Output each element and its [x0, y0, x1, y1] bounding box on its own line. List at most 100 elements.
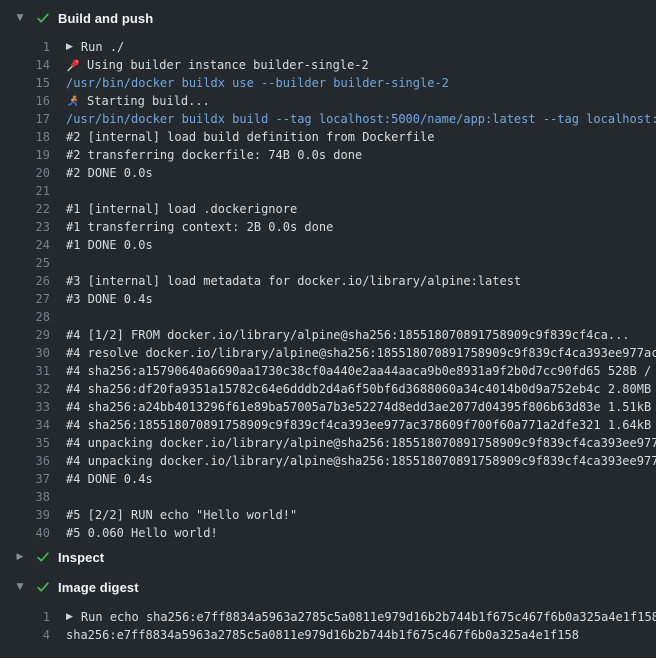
expand-group-icon[interactable]: ▶ — [66, 608, 73, 626]
log-text: #4 unpacking docker.io/library/alpine@sh… — [66, 434, 656, 452]
log-line: 15/usr/bin/docker buildx use --builder b… — [0, 74, 656, 92]
log-text: #5 0.060 Hello world! — [66, 524, 656, 542]
line-number[interactable]: 36 — [0, 452, 50, 470]
log-text: sha256:e7ff8834a5963a2785c5a0811e979d16b… — [66, 626, 656, 644]
log-text: ▶Run ./ — [66, 38, 656, 56]
log-text-content: #1 DONE 0.0s — [66, 236, 153, 254]
chevron-down-icon[interactable]: ▼ — [14, 572, 26, 602]
log-line: 29 #4 [1/2] FROM docker.io/library/alpine… — [0, 326, 656, 344]
line-number[interactable]: 27 — [0, 290, 50, 308]
line-number[interactable]: 20 — [0, 164, 50, 182]
chevron-right-icon[interactable]: ▶ — [14, 542, 26, 572]
log-text-content: #4 sha256:a24bb4013296f61e89ba57005a7b3e… — [66, 398, 656, 416]
log-line: 28 — [0, 308, 656, 326]
log-text-content: #4 unpacking docker.io/library/alpine@sh… — [66, 452, 656, 470]
expand-group-icon[interactable]: ▶ — [66, 38, 73, 56]
line-number[interactable]: 18 — [0, 128, 50, 146]
pushpin-emoji — [66, 58, 80, 72]
log-text-content: #2 transferring dockerfile: 74B 0.0s don… — [66, 146, 362, 164]
line-number[interactable]: 24 — [0, 236, 50, 254]
line-number[interactable]: 35 — [0, 434, 50, 452]
log-text: #2 DONE 0.0s — [66, 164, 656, 182]
line-number[interactable]: 1 — [0, 38, 50, 56]
line-number[interactable]: 39 — [0, 506, 50, 524]
log-text: #4 sha256:a24bb4013296f61e89ba57005a7b3e… — [66, 398, 656, 416]
log-text-content: #2 DONE 0.0s — [66, 164, 153, 182]
log-line: 1 ▶Run ./ — [0, 38, 656, 56]
log-text-content: #4 [1/2] FROM docker.io/library/alpine@s… — [66, 326, 630, 344]
line-number[interactable]: 32 — [0, 380, 50, 398]
success-check-icon — [36, 11, 50, 25]
log-text-content: #3 DONE 0.4s — [66, 290, 153, 308]
line-number[interactable]: 23 — [0, 218, 50, 236]
log-text-content: #4 resolve docker.io/library/alpine@sha2… — [66, 344, 656, 362]
log-text-content: sha256:e7ff8834a5963a2785c5a0811e979d16b… — [66, 626, 579, 644]
log-text: #4 sha256:185518070891758909c9f839cf4ca3… — [66, 416, 656, 434]
line-number[interactable]: 4 — [0, 626, 50, 644]
line-number[interactable]: 19 — [0, 146, 50, 164]
log-line: 26 #3 [internal] load metadata for docker… — [0, 272, 656, 290]
line-number[interactable]: 26 — [0, 272, 50, 290]
line-number[interactable]: 17 — [0, 110, 50, 128]
section-header[interactable]: ▼Image digest — [0, 572, 656, 602]
line-number[interactable]: 15 — [0, 74, 50, 92]
success-check-icon — [36, 550, 50, 564]
section-lines: 1 ▶ Run echo sha256:e7ff8834a5963a2785c5a0… — [0, 602, 656, 644]
line-number[interactable]: 22 — [0, 200, 50, 218]
log-text: #5 [2/2] RUN echo "Hello world!" — [66, 506, 656, 524]
log-line: 23#1 transferring context: 2B 0.0s done — [0, 218, 656, 236]
line-number[interactable]: 21 — [0, 182, 50, 200]
log-line: 38 — [0, 488, 656, 506]
log-line: 14 Using builder instance builder-single-… — [0, 56, 656, 74]
line-number[interactable]: 31 — [0, 362, 50, 380]
command-line: /usr/bin/docker buildx build --tag local… — [66, 110, 656, 128]
log-text-content: #4 sha256:a15790640a6690aa1730c38cf0a440… — [66, 362, 656, 380]
log-text-content: /usr/bin/docker buildx use --builder bui… — [66, 74, 449, 92]
log-line: 4 sha256:e7ff8834a5963a2785c5a0811e979d16… — [0, 626, 656, 644]
line-number[interactable]: 16 — [0, 92, 50, 110]
runner-emoji — [66, 94, 80, 108]
log-line: 16 Starting build... — [0, 92, 656, 110]
line-number[interactable]: 40 — [0, 524, 50, 542]
line-number[interactable]: 33 — [0, 398, 50, 416]
log-text: #2 transferring dockerfile: 74B 0.0s don… — [66, 146, 656, 164]
log-line: 21 — [0, 182, 656, 200]
line-number[interactable]: 30 — [0, 344, 50, 362]
line-number[interactable]: 29 — [0, 326, 50, 344]
log-text-content: #2 [internal] load build definition from… — [66, 128, 434, 146]
log-text: ▶ Run echo sha256:e7ff8834a5963a2785c5a08… — [66, 608, 656, 626]
log-line: 35 #4 unpacking docker.io/library/alpine@… — [0, 434, 656, 452]
log-line: 30 #4 resolve docker.io/library/alpine@sh… — [0, 344, 656, 362]
log-line: 25 — [0, 254, 656, 272]
log-line: 20 #2 DONE 0.0s — [0, 164, 656, 182]
log-text: #3 DONE 0.4s — [66, 290, 656, 308]
log-line: 27 #3 DONE 0.4s — [0, 290, 656, 308]
line-number[interactable]: 38 — [0, 488, 50, 506]
line-number[interactable]: 37 — [0, 470, 50, 488]
section-header[interactable]: ▼Build and push — [0, 3, 656, 33]
chevron-down-icon[interactable]: ▼ — [14, 3, 26, 33]
log-text-content: Using builder instance builder-single-2 — [87, 56, 369, 74]
log-line: 40 #5 0.060 Hello world! — [0, 524, 656, 542]
log-line: 24 #1 DONE 0.0s — [0, 236, 656, 254]
line-number[interactable]: 14 — [0, 56, 50, 74]
log-line: 39 #5 [2/2] RUN echo "Hello world!" — [0, 506, 656, 524]
log-section-build-and-push: ▼Build and push 1 ▶Run ./ 14 Using builder i… — [0, 3, 656, 542]
log-line: 37 #4 DONE 0.4s — [0, 470, 656, 488]
log-text: Starting build... — [66, 92, 656, 110]
line-number[interactable]: 25 — [0, 254, 50, 272]
line-number[interactable]: 28 — [0, 308, 50, 326]
log-text-content: #4 DONE 0.4s — [66, 470, 153, 488]
log-text-content: /usr/bin/docker buildx build --tag local… — [66, 110, 656, 128]
log-text: #3 [internal] load metadata for docker.i… — [66, 272, 656, 290]
section-header[interactable]: ▶Inspect — [0, 542, 656, 572]
line-number[interactable]: 1 — [0, 608, 50, 626]
log-text-content: #5 [2/2] RUN echo "Hello world!" — [66, 506, 297, 524]
line-number[interactable]: 34 — [0, 416, 50, 434]
log-line: 18 #2 [internal] load build definition fr… — [0, 128, 656, 146]
log-text-content: Run echo sha256:e7ff8834a5963a2785c5a081… — [81, 608, 656, 626]
log-line: 19 #2 transferring dockerfile: 74B 0.0s d… — [0, 146, 656, 164]
log-line: 17/usr/bin/docker buildx build --tag loc… — [0, 110, 656, 128]
section-lines: 1 ▶Run ./ 14 Using builder instance builder… — [0, 33, 656, 542]
log-text: Using builder instance builder-single-2 — [66, 56, 656, 74]
